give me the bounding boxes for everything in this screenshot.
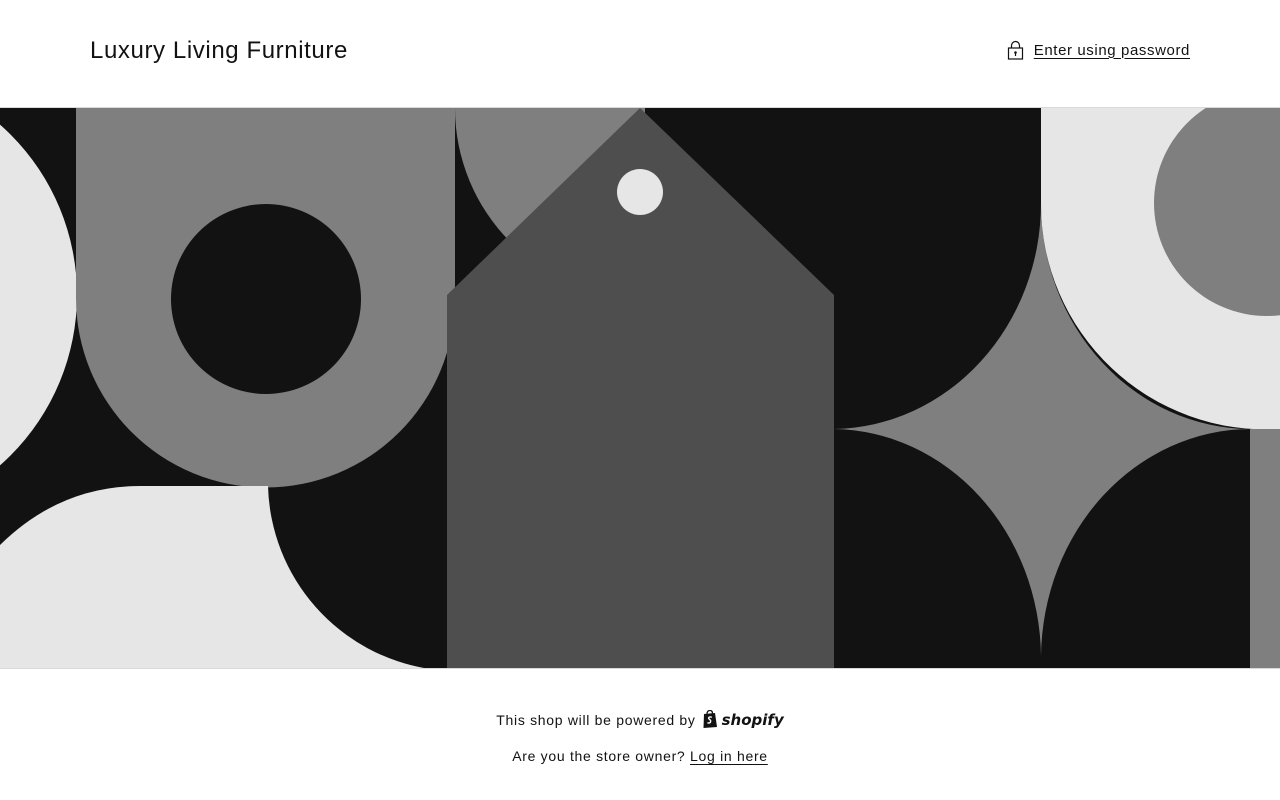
shopify-logo[interactable]: shopify	[702, 710, 784, 729]
store-name: Luxury Living Furniture	[90, 37, 348, 64]
geometric-illustration	[0, 108, 1280, 668]
powered-by: This shop will be powered by shopify	[0, 710, 1280, 729]
login-link[interactable]: Log in here	[690, 748, 768, 764]
store-owner-line: Are you the store owner? Log in here	[0, 748, 1280, 764]
footer: This shop will be powered by shopify Are…	[0, 670, 1280, 800]
enter-password-button[interactable]: Enter using password	[1007, 40, 1190, 60]
owner-question: Are you the store owner?	[512, 748, 686, 764]
shopify-bag-icon	[703, 710, 717, 728]
shopify-wordmark: shopify	[721, 710, 784, 729]
powered-by-text: This shop will be powered by	[496, 711, 696, 728]
enter-password-label[interactable]: Enter using password	[1034, 42, 1190, 59]
banner-illustration	[0, 108, 1280, 669]
header: Luxury Living Furniture Enter using pass…	[0, 0, 1280, 108]
lock-icon	[1007, 40, 1023, 60]
